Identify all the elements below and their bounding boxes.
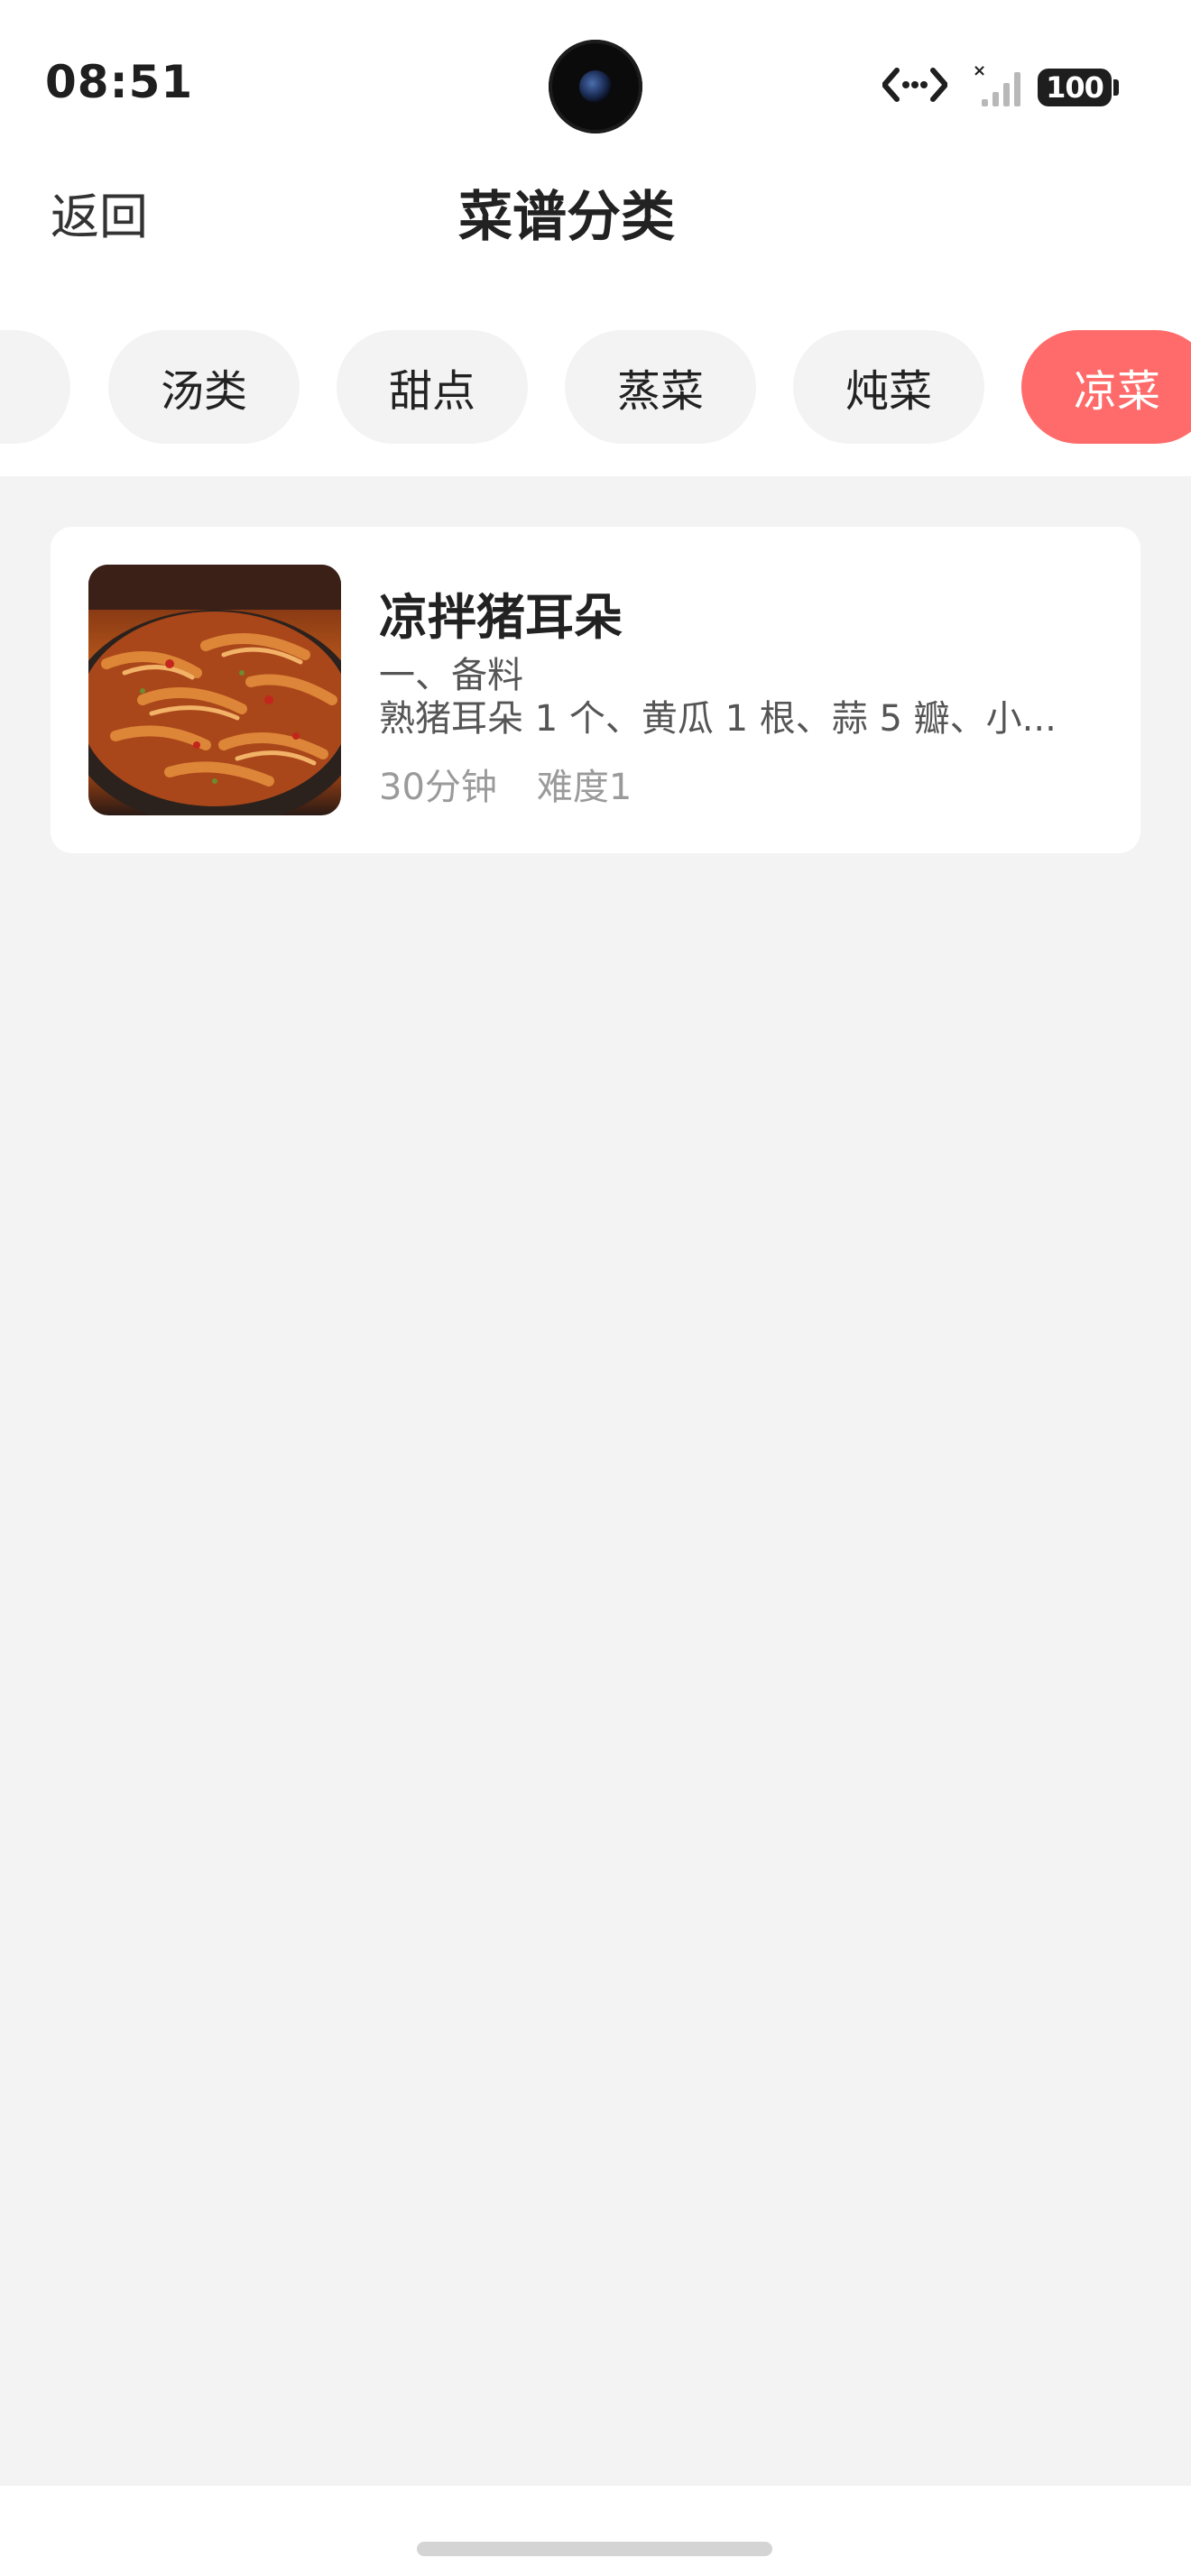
category-chip[interactable]: 炖菜 bbox=[793, 330, 984, 444]
recipe-time: 30分钟 bbox=[379, 767, 497, 808]
category-chip-active[interactable]: 凉菜 bbox=[1021, 330, 1191, 444]
signal-icon: × bbox=[973, 61, 1020, 106]
recipe-title: 凉拌猪耳朵 bbox=[379, 589, 623, 646]
status-bar: 08:51 × 100 bbox=[0, 0, 1191, 171]
category-chip[interactable]: 蒸菜 bbox=[565, 330, 756, 444]
category-chip[interactable]: 汤类 bbox=[108, 330, 300, 444]
front-camera bbox=[549, 40, 642, 133]
recipe-image bbox=[88, 565, 341, 815]
status-icons: × 100 bbox=[882, 60, 1144, 114]
recipe-card[interactable]: 凉拌猪耳朵 一、备料 熟猪耳朵 1 个、黄瓜 1 根、蒜 5 瓣、小... 30… bbox=[51, 527, 1140, 853]
bottom-bar bbox=[0, 2486, 1191, 2576]
battery-icon: 100 bbox=[1038, 69, 1112, 106]
recipe-meta: 30分钟 难度1 bbox=[379, 758, 632, 810]
header-area: 08:51 × 100 返回 菜谱分类 菜 汤 bbox=[0, 0, 1191, 476]
home-indicator[interactable] bbox=[417, 2542, 772, 2556]
recipe-thumbnail bbox=[88, 565, 341, 815]
recipe-difficulty: 难度1 bbox=[536, 767, 632, 808]
recipe-description: 熟猪耳朵 1 个、黄瓜 1 根、蒜 5 瓣、小... bbox=[379, 698, 1057, 740]
category-chip[interactable]: 甜点 bbox=[337, 330, 528, 444]
category-chip[interactable]: 菜 bbox=[0, 330, 70, 444]
category-tabs: 菜 汤类 甜点 蒸菜 炖菜 凉菜 bbox=[0, 330, 1191, 444]
page-title: 菜谱分类 bbox=[458, 186, 675, 249]
camera-lens bbox=[579, 70, 612, 103]
status-time: 08:51 bbox=[45, 56, 194, 108]
battery-tip bbox=[1113, 79, 1119, 96]
svg-text:×: × bbox=[973, 61, 986, 80]
data-transfer-icon bbox=[882, 68, 947, 102]
